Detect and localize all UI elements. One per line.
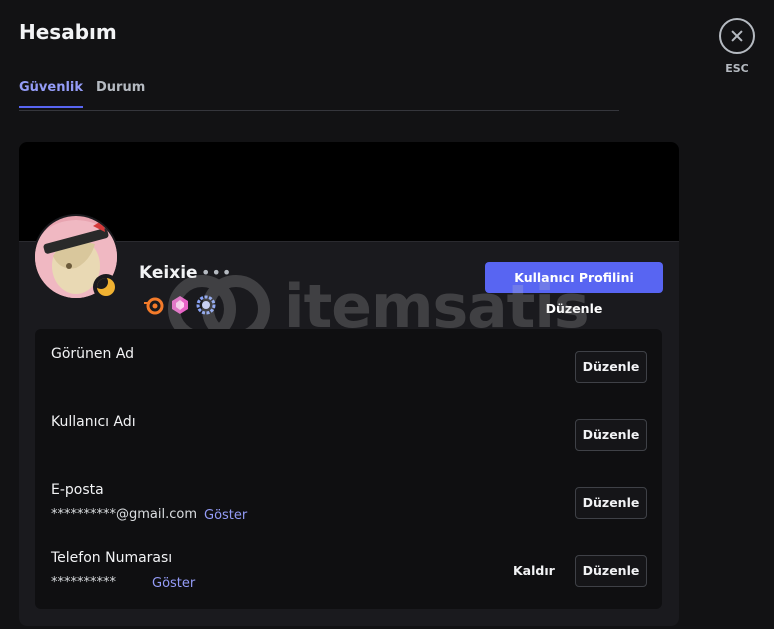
page-title: Hesabım	[19, 20, 117, 44]
tab-bar: Güvenlik Durum	[19, 80, 619, 111]
profile-username: Keixie	[139, 263, 198, 283]
show-phone-link[interactable]: Göster	[152, 576, 195, 591]
close-icon[interactable]	[719, 18, 755, 54]
status-indicator	[93, 274, 119, 300]
tab-status[interactable]: Durum	[96, 80, 145, 95]
account-info-panel: Görünen Ad Düzenle Kullanıcı Adı Düzenle…	[35, 329, 662, 609]
edit-user-profile-button[interactable]: Kullanıcı Profilini Düzenle	[485, 262, 663, 316]
profile-card: Keixie ••• Kullanıcı Profilini Düzenle i…	[19, 142, 679, 626]
edit-display-name-button[interactable]: Düzenle	[575, 351, 647, 383]
phone-label: Telefon Numarası	[51, 550, 173, 566]
display-name-row: Görünen Ad Düzenle	[35, 329, 662, 397]
username-row: Kullanıcı Adı Düzenle	[35, 397, 662, 465]
username-label: Kullanıcı Adı	[51, 414, 136, 430]
edit-email-button[interactable]: Düzenle	[575, 487, 647, 519]
hypesquad-brilliance-badge-icon[interactable]	[143, 294, 165, 316]
quest-badge-icon[interactable]	[195, 294, 217, 316]
email-row: E-posta **********@gmail.com Göster Düze…	[35, 465, 662, 533]
idle-moon-icon	[97, 278, 115, 296]
phone-row: Telefon Numarası ********** Göster Kaldı…	[35, 533, 662, 601]
more-options-icon[interactable]: •••	[201, 263, 232, 282]
display-name-label: Görünen Ad	[51, 346, 135, 362]
avatar-container	[33, 214, 119, 300]
edit-username-button[interactable]: Düzenle	[575, 419, 647, 451]
profile-banner	[19, 142, 679, 242]
email-label: E-posta	[51, 482, 104, 498]
nitro-badge-icon[interactable]	[169, 294, 191, 316]
show-email-link[interactable]: Göster	[204, 508, 247, 523]
phone-value: **********	[51, 575, 116, 590]
esc-label: ESC	[725, 62, 749, 75]
email-value: **********@gmail.com	[51, 507, 198, 522]
remove-phone-button[interactable]: Kaldır	[513, 555, 555, 587]
edit-phone-button[interactable]: Düzenle	[575, 555, 647, 587]
tab-security[interactable]: Güvenlik	[19, 80, 84, 108]
